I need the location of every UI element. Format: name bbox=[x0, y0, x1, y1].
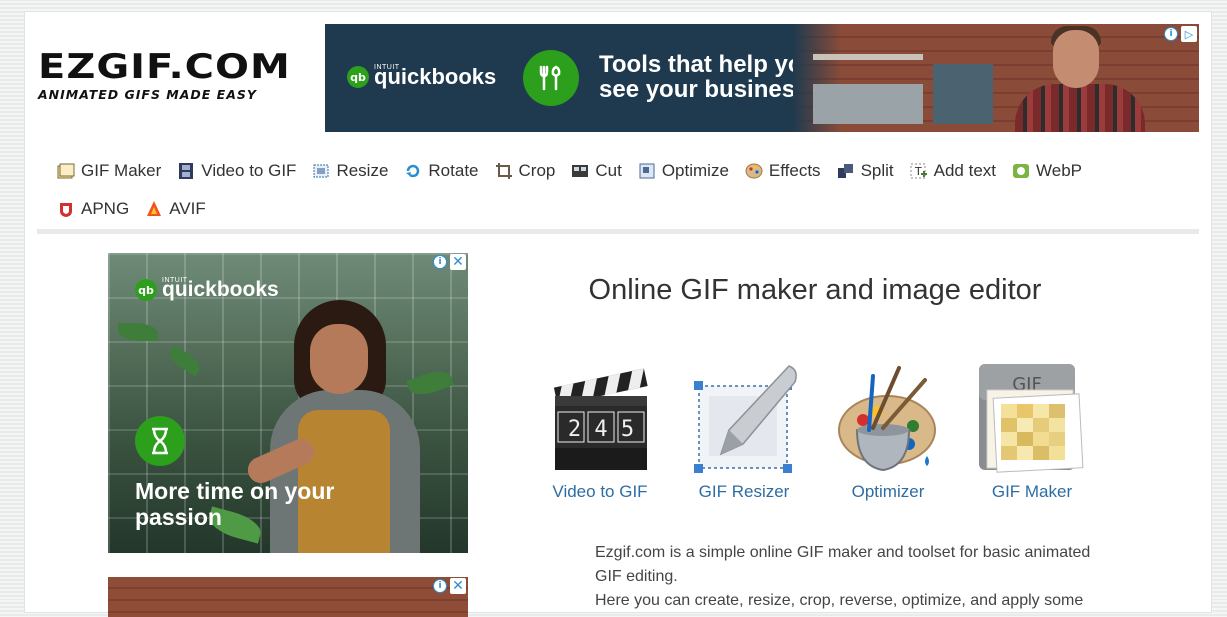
ad-headline: More time on your passion bbox=[135, 478, 335, 530]
quickbooks-logo: qb INTUIT quickbooks bbox=[135, 277, 279, 301]
resize-icon bbox=[312, 162, 330, 180]
logo-wordmark: EZGIF.COM bbox=[38, 47, 291, 87]
nav-item-apng[interactable]: APNG bbox=[57, 199, 129, 219]
nav-row-secondary: APNG AVIF bbox=[57, 194, 1177, 224]
nav-row-primary: GIF Maker Video to GIF Resize Rotate Crop Cut… bbox=[57, 156, 1177, 186]
site-description: Ezgif.com is a simple online GIF maker a… bbox=[595, 541, 1135, 613]
palette-icon bbox=[745, 162, 763, 180]
split-icon bbox=[837, 162, 855, 180]
page-title: Online GIF maker and image editor bbox=[588, 274, 1042, 306]
nav-label: Split bbox=[860, 161, 894, 180]
close-icon[interactable]: ✕ bbox=[450, 578, 466, 594]
description-line: Ezgif.com is a simple online GIF maker a… bbox=[595, 544, 1091, 561]
nav-item-video-to-gif[interactable]: Video to GIF bbox=[177, 161, 296, 181]
nav-label: Video to GIF bbox=[201, 161, 297, 180]
adchoices-icon[interactable]: ▷ bbox=[1181, 26, 1197, 42]
nav-item-avif[interactable]: AVIF bbox=[145, 199, 206, 219]
intuit-label: INTUIT bbox=[162, 277, 188, 284]
clapper-digits: 2 4 5 bbox=[568, 417, 634, 442]
page-container: EZGIF.COM ANIMATED GIFS MADE EASY qb INT… bbox=[24, 11, 1212, 617]
nav-item-cut[interactable]: Cut bbox=[571, 161, 622, 181]
description-line: GIF editing. bbox=[595, 568, 678, 585]
nav-label: Crop bbox=[518, 161, 556, 180]
add-text-icon: T bbox=[910, 162, 928, 180]
avif-icon bbox=[145, 200, 163, 218]
nav-label: Optimize bbox=[661, 161, 729, 180]
nav-item-crop[interactable]: Crop bbox=[495, 161, 556, 181]
rotate-icon bbox=[404, 162, 422, 180]
nav-label: Cut bbox=[595, 161, 622, 180]
nav-item-split[interactable]: Split bbox=[837, 161, 894, 181]
top-banner-ad[interactable]: qb INTUIT quickbooks Tools that help you… bbox=[325, 24, 1199, 132]
apng-icon bbox=[57, 200, 75, 218]
nav-divider bbox=[37, 229, 1199, 234]
nav-label: Resize bbox=[336, 161, 389, 180]
intuit-label: INTUIT bbox=[374, 64, 400, 71]
info-icon[interactable]: i bbox=[433, 579, 447, 593]
nav-label: Rotate bbox=[428, 161, 479, 180]
logo-tagline: ANIMATED GIFS MADE EASY bbox=[38, 87, 257, 102]
tool-optimizer[interactable]: Optimizer bbox=[829, 360, 947, 502]
nav-item-optimize[interactable]: Optimize bbox=[638, 161, 729, 181]
paint-bucket-icon bbox=[829, 360, 947, 476]
tools-icon bbox=[523, 50, 579, 106]
svg-text:T: T bbox=[914, 165, 922, 178]
tool-label: Optimizer bbox=[851, 482, 925, 501]
webp-icon bbox=[1012, 162, 1030, 180]
nav-label: WebP bbox=[1036, 161, 1083, 180]
ad-choices[interactable]: i ✕ bbox=[432, 578, 466, 594]
tool-label: GIF Resizer bbox=[698, 482, 790, 501]
side-ad[interactable]: qb INTUIT quickbooks More time on your p… bbox=[108, 253, 468, 553]
cut-icon bbox=[571, 162, 589, 180]
quickbooks-logo: qb INTUIT quickbooks bbox=[347, 64, 496, 88]
nav-item-webp[interactable]: WebP bbox=[1012, 161, 1082, 181]
tool-navigation: GIF Maker Video to GIF Resize Rotate Crop Cut… bbox=[57, 156, 1177, 232]
tool-video-to-gif[interactable]: 2 4 5 Video to GIF bbox=[541, 360, 659, 502]
tool-label: Video to GIF bbox=[552, 482, 648, 501]
nav-item-add-text[interactable]: T Add text bbox=[910, 161, 996, 181]
nav-label: Effects bbox=[768, 161, 821, 180]
hourglass-icon bbox=[135, 416, 185, 466]
quickbooks-icon: qb bbox=[135, 279, 157, 301]
nav-item-resize[interactable]: Resize bbox=[312, 161, 388, 181]
ad-photo-workshop bbox=[793, 24, 1199, 132]
resizer-pen-icon bbox=[685, 360, 803, 476]
description-line: Here you can create, resize, crop, rever… bbox=[595, 592, 1084, 609]
ad-choices[interactable]: i ▷ bbox=[1163, 26, 1197, 42]
quickbooks-icon: qb bbox=[347, 66, 369, 88]
ad-person bbox=[1005, 24, 1145, 132]
nav-item-effects[interactable]: Effects bbox=[745, 161, 821, 181]
info-icon[interactable]: i bbox=[1164, 27, 1178, 41]
nav-label: Add text bbox=[933, 161, 997, 180]
ad-choices[interactable]: i ✕ bbox=[432, 254, 466, 270]
film-icon bbox=[177, 162, 195, 180]
nav-label: APNG bbox=[81, 199, 130, 218]
side-ad-second[interactable]: i ✕ bbox=[108, 577, 468, 617]
ezgif-logo[interactable]: EZGIF.COM ANIMATED GIFS MADE EASY bbox=[38, 50, 314, 110]
nav-item-gif-maker[interactable]: GIF Maker bbox=[57, 161, 161, 181]
info-icon[interactable]: i bbox=[433, 255, 447, 269]
close-icon[interactable]: ✕ bbox=[450, 254, 466, 270]
tool-label: GIF Maker bbox=[991, 482, 1073, 501]
clapperboard-icon: 2 4 5 bbox=[541, 360, 659, 476]
tool-gif-resizer[interactable]: GIF Resizer bbox=[685, 360, 803, 502]
nav-label: AVIF bbox=[169, 199, 206, 218]
gif-frames-icon: GIF bbox=[973, 360, 1091, 476]
nav-item-rotate[interactable]: Rotate bbox=[404, 161, 479, 181]
optimize-icon bbox=[638, 162, 656, 180]
gif-maker-icon bbox=[57, 162, 75, 180]
tool-gif-maker[interactable]: GIF GIF Maker bbox=[973, 360, 1091, 502]
crop-icon bbox=[495, 162, 513, 180]
nav-label: GIF Maker bbox=[81, 161, 162, 180]
